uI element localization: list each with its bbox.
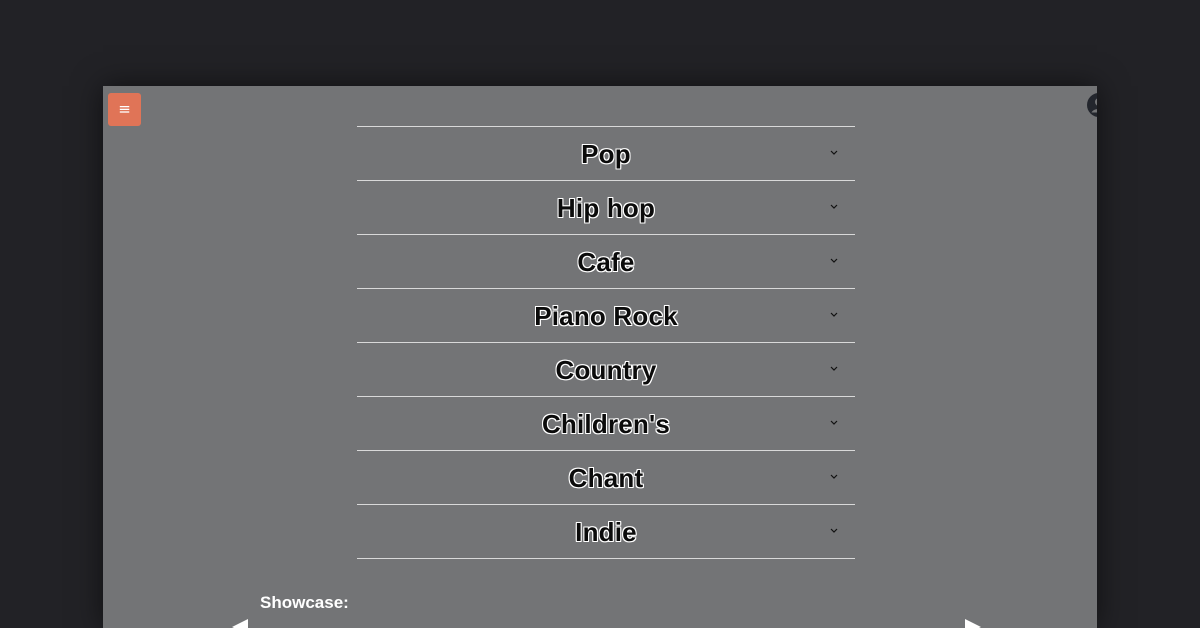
genre-label: Cafe: [577, 247, 635, 277]
genre-item-cafe[interactable]: Cafe: [357, 235, 855, 289]
chevron-down-icon: [830, 258, 838, 263]
genre-label: Hip hop: [556, 193, 656, 223]
chevron-down-icon: [830, 474, 838, 479]
genre-list: Pop Hip hop Cafe Piano Rock Country Chil…: [357, 126, 855, 559]
genre-label: Pop: [581, 139, 631, 169]
hamburger-menu-icon: ≡: [118, 100, 131, 118]
genre-label: Indie: [575, 517, 637, 547]
genre-item-pop[interactable]: Pop: [357, 127, 855, 181]
user-avatar-icon[interactable]: [1087, 93, 1097, 117]
genre-item-piano-rock[interactable]: Piano Rock: [357, 289, 855, 343]
showcase-heading: Showcase:: [260, 593, 349, 612]
triangle-right-icon[interactable]: [965, 619, 981, 628]
chevron-down-icon: [830, 528, 838, 533]
genre-label: Children's: [541, 409, 671, 439]
genre-item-country[interactable]: Country: [357, 343, 855, 397]
genre-label: Country: [555, 355, 657, 385]
main-panel: ≡ Pop Hip hop Cafe Piano Rock Country Ch…: [103, 86, 1097, 628]
genre-label: Piano Rock: [534, 301, 678, 331]
chevron-down-icon: [830, 204, 838, 209]
chevron-down-icon: [830, 150, 838, 155]
chevron-down-icon: [830, 420, 838, 425]
genre-item-chant[interactable]: Chant: [357, 451, 855, 505]
genre-item-hip-hop[interactable]: Hip hop: [357, 181, 855, 235]
genre-item-childrens[interactable]: Children's: [357, 397, 855, 451]
hamburger-menu-button[interactable]: ≡: [108, 93, 141, 126]
genre-label: Chant: [568, 463, 644, 493]
genre-item-indie[interactable]: Indie: [357, 505, 855, 559]
triangle-left-icon[interactable]: [232, 619, 248, 628]
chevron-down-icon: [830, 312, 838, 317]
chevron-down-icon: [830, 366, 838, 371]
